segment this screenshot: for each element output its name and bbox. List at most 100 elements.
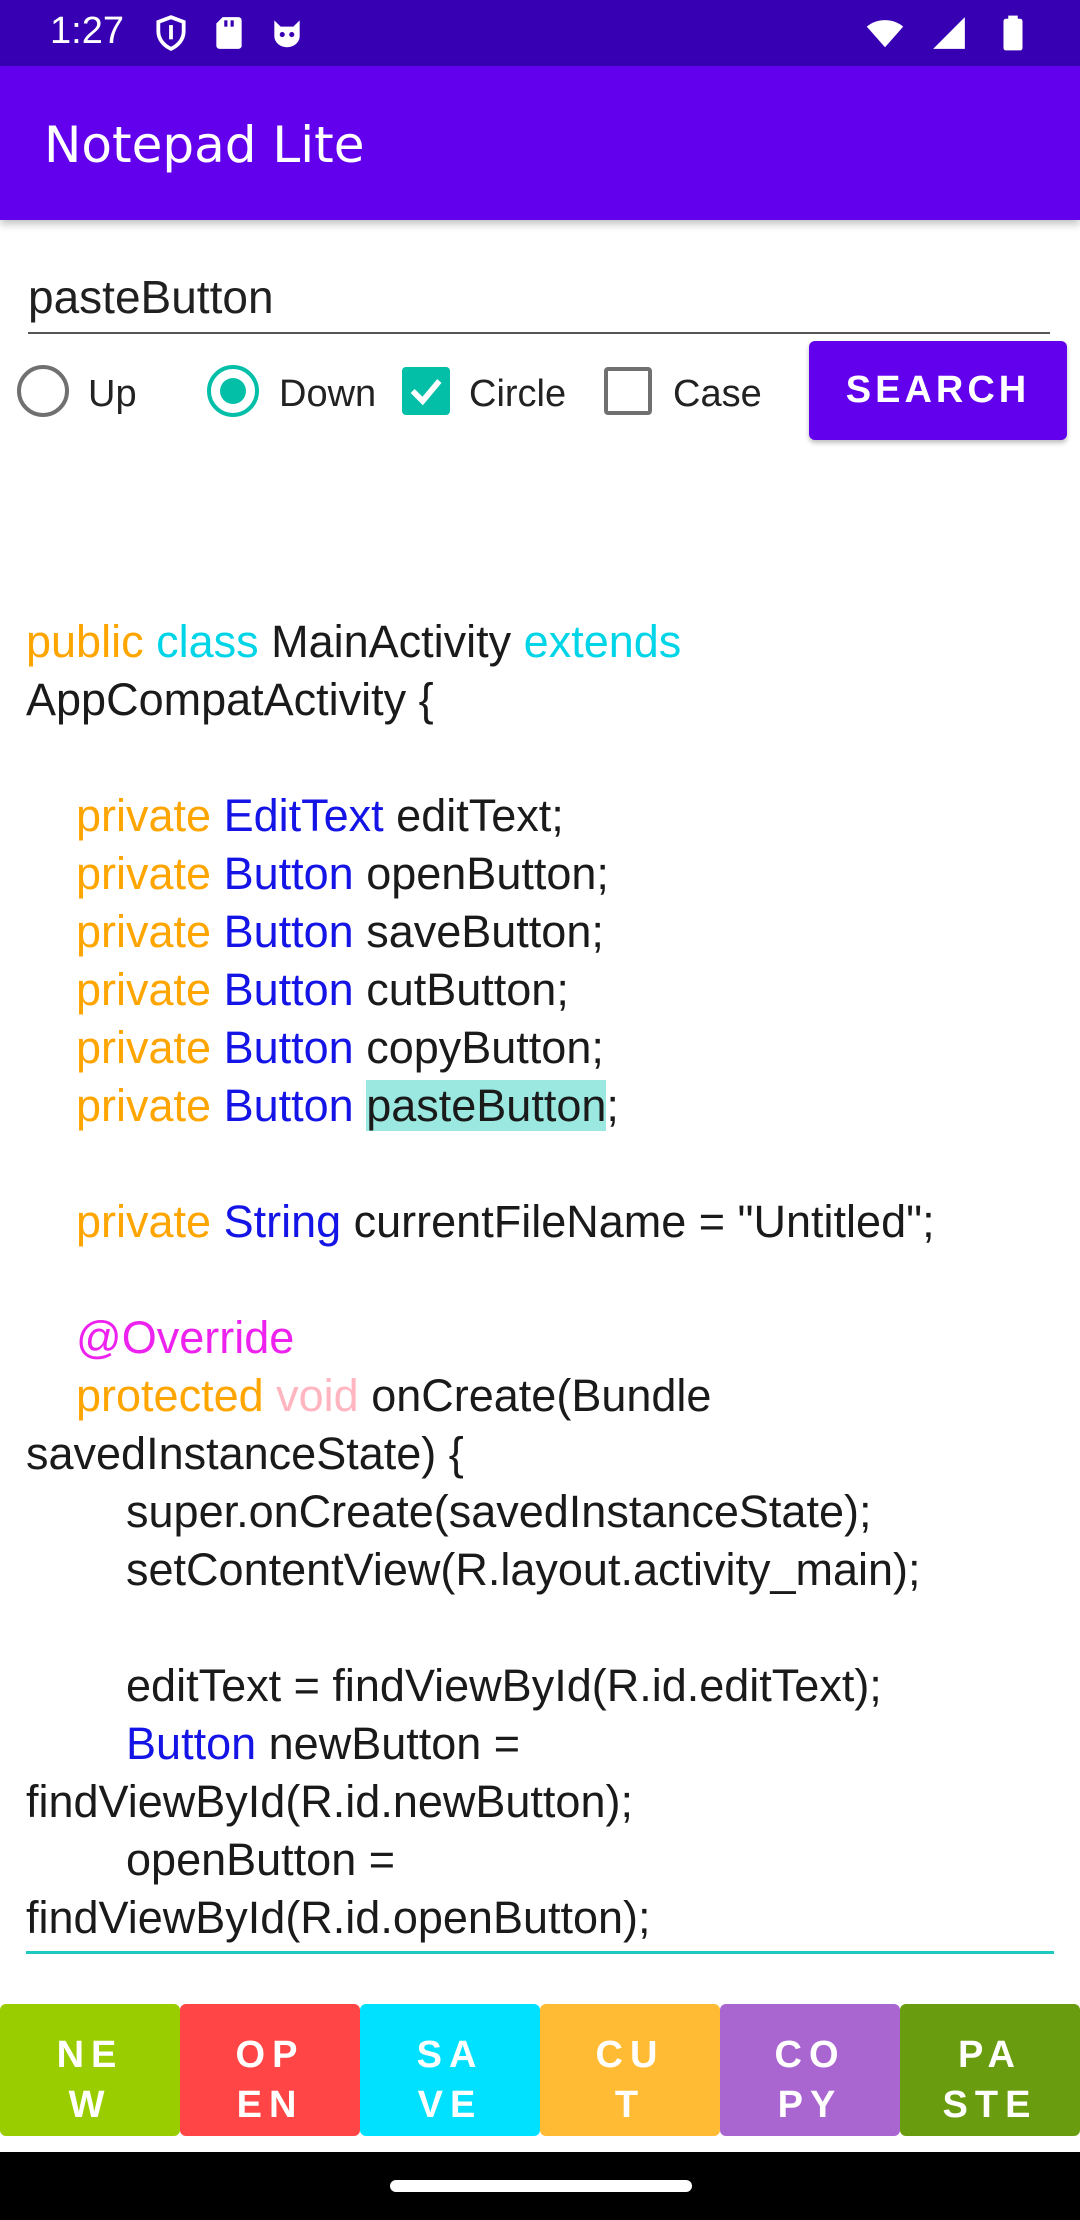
code-token: AppCompatActivity {: [26, 674, 434, 725]
status-time: 1:27: [50, 10, 124, 52]
code-token: Button: [223, 964, 367, 1015]
code-line: @Override: [26, 1309, 1056, 1367]
code-line: private Button pasteButton;: [26, 1077, 1056, 1135]
code-token: @Override: [76, 1312, 295, 1363]
battery-icon: [1003, 15, 1023, 51]
code-token: onCreate(Bundle: [371, 1370, 712, 1421]
checkbox-circle[interactable]: [402, 367, 450, 415]
code-token: public: [26, 616, 157, 667]
code-token: cutButton;: [366, 964, 569, 1015]
code-editor[interactable]: public class MainActivity extends AppComp…: [26, 555, 1056, 1950]
code-line: setContentView(R.layout.activity_main);: [26, 1541, 1056, 1599]
code-token: private: [76, 790, 224, 841]
code-line: private String currentFileName = "Untitl…: [26, 1193, 1056, 1251]
code-token: copyButton;: [366, 1022, 604, 1073]
code-line: public class MainActivity extends: [26, 613, 1056, 671]
code-token: Button: [223, 1022, 367, 1073]
status-bar: 1:27: [0, 0, 1080, 66]
code-token: private: [76, 906, 224, 957]
navigation-bar: [0, 2152, 1080, 2220]
cut-button[interactable]: CU T: [540, 2004, 720, 2136]
code-token: newButton =: [268, 1718, 521, 1769]
signal-icon: [933, 17, 965, 49]
search-button[interactable]: SEARCH: [809, 341, 1067, 440]
code-token: Button: [223, 1080, 367, 1131]
open-button[interactable]: OP EN: [180, 2004, 360, 2136]
code-token: EditText: [223, 790, 397, 841]
code-token: class: [156, 616, 272, 667]
sd-card-icon: [216, 17, 242, 49]
code-line: private Button copyButton;: [26, 1019, 1056, 1077]
code-token: savedInstanceState) {: [26, 1428, 464, 1479]
code-token: super.onCreate(savedInstanceState);: [26, 1486, 872, 1537]
checkbox-case[interactable]: [604, 367, 652, 415]
code-token: openButton =: [26, 1834, 396, 1885]
shield-icon: [156, 15, 186, 51]
radio-down[interactable]: [207, 365, 259, 417]
code-line: private Button cutButton;: [26, 961, 1056, 1019]
code-line: savedInstanceState) {: [26, 1425, 1056, 1483]
code-token: private: [76, 848, 224, 899]
code-token: editText;: [396, 790, 564, 841]
radio-up-label: Up: [88, 373, 137, 415]
code-token: currentFileName = "Untitled";: [353, 1196, 935, 1247]
search-highlight: pasteButton: [366, 1080, 607, 1131]
copy-button[interactable]: CO PY: [720, 2004, 900, 2136]
paste-button[interactable]: PA STE: [900, 2004, 1080, 2136]
radio-up[interactable]: [17, 365, 69, 417]
code-line: private EditText editText;: [26, 787, 1056, 845]
code-token: private: [76, 1022, 224, 1073]
check-icon: [410, 379, 442, 406]
code-token: Button: [126, 1718, 269, 1769]
home-gesture-handle[interactable]: [390, 2180, 692, 2192]
code-line: findViewById(R.id.openButton);: [26, 1889, 1056, 1947]
status-icons-left: [152, 14, 306, 52]
code-line: findViewById(R.id.newButton);: [26, 1773, 1056, 1831]
status-icons-right: [866, 14, 1032, 52]
code-token: void: [276, 1370, 372, 1421]
code-line: Button newButton =: [26, 1715, 1056, 1773]
cat-face-icon: [274, 20, 300, 48]
code-token: private: [76, 1080, 224, 1131]
code-token: editText = findViewById(R.id.editText);: [26, 1660, 882, 1711]
code-token: openButton;: [366, 848, 609, 899]
code-token: Button: [223, 906, 367, 957]
code-token: String: [223, 1196, 354, 1247]
code-line: editText = findViewById(R.id.editText);: [26, 1657, 1056, 1715]
radio-down-label: Down: [279, 373, 377, 415]
checkbox-case-label: Case: [673, 373, 762, 415]
save-button[interactable]: SA VE: [360, 2004, 540, 2136]
code-line: AppCompatActivity {: [26, 671, 1056, 729]
editor-underline: [26, 1951, 1054, 1954]
code-token: saveButton;: [366, 906, 604, 957]
code-line: private Button openButton;: [26, 845, 1056, 903]
action-button-row: NE W OP EN SA VE CU T CO PY PA STE: [0, 2004, 1080, 2136]
code-line: protected void onCreate(Bundle: [26, 1367, 1056, 1425]
code-token: Button: [223, 848, 367, 899]
wifi-icon: [866, 20, 904, 48]
code-token: setContentView(R.layout.activity_main);: [26, 1544, 921, 1595]
code-token: extends: [523, 616, 682, 667]
search-input[interactable]: [28, 262, 1050, 334]
code-line: super.onCreate(savedInstanceState);: [26, 1483, 1056, 1541]
app-title: Notepad Lite: [44, 116, 365, 174]
code-token: protected: [76, 1370, 277, 1421]
new-button[interactable]: NE W: [0, 2004, 180, 2136]
code-line: openButton =: [26, 1831, 1056, 1889]
checkbox-circle-label: Circle: [469, 373, 567, 415]
code-token: MainActivity: [271, 616, 524, 667]
app-bar: Notepad Lite: [0, 66, 1080, 220]
